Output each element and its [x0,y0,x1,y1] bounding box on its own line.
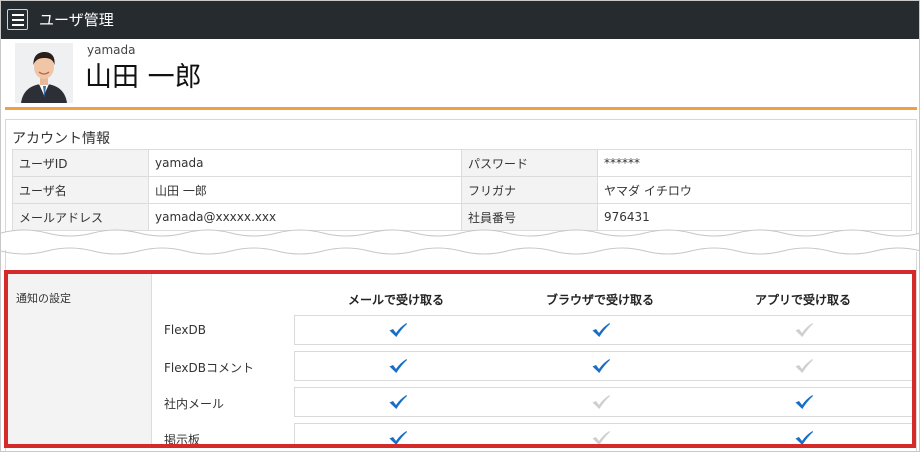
user-id-label: yamada [87,43,136,57]
checkmark-icon-mail[interactable] [388,430,408,444]
column-header-app: アプリで受け取る [754,293,851,307]
checkmark-icon-browser[interactable] [591,322,611,338]
menu-icon[interactable] [7,9,28,30]
notification-label-column: 通知の設定 [8,274,152,444]
field-value: 山田 一郎 [148,176,462,204]
checkmark-icon-app[interactable] [794,358,814,374]
notification-row-label: 掲示板 [164,433,201,447]
field-label: ユーザID [12,149,149,177]
column-header-mail: メールで受け取る [347,293,444,307]
checkmark-icon-mail[interactable] [388,394,408,410]
notification-settings-label: 通知の設定 [16,292,71,305]
content-break-divider [1,229,919,255]
app-window: ユーザ管理 yamada 山田 一郎 アカウント情報 ユーザID yamada [0,0,920,452]
checkmark-icon-app[interactable] [794,394,814,410]
field-label: ユーザ名 [12,176,149,204]
avatar [15,43,73,103]
checkmark-icon-app[interactable] [794,430,814,444]
field-label: パスワード [461,149,598,177]
checkmark-icon-mail[interactable] [388,358,408,374]
notification-row-label: FlexDB [164,323,206,337]
profile-header: yamada 山田 一郎 [1,39,919,107]
field-value: yamada [148,149,462,177]
table-row: ユーザID yamada パスワード ****** [12,149,912,177]
person-photo-icon [15,43,73,103]
field-value: ****** [597,149,912,177]
notification-row-label: 社内メール [164,397,225,411]
checkmark-icon-browser[interactable] [591,394,611,410]
app-header: ユーザ管理 [1,1,919,39]
field-label: フリガナ [461,176,598,204]
checkmark-icon-browser[interactable] [591,430,611,444]
checkmark-icon-mail[interactable] [388,322,408,338]
page-title: ユーザ管理 [39,11,114,29]
accent-divider [5,107,917,110]
notification-row-label: FlexDBコメント [164,361,254,375]
field-value: ヤマダ イチロウ [597,176,912,204]
notification-settings-section: 通知の設定 メールで受け取る ブラウザで受け取る アプリで受け取る FlexDB… [4,270,916,448]
account-table: ユーザID yamada パスワード ****** ユーザ名 山田 一郎 フリガ… [12,149,912,231]
table-row: ユーザ名 山田 一郎 フリガナ ヤマダ イチロウ [12,176,912,204]
checkmark-icon-app[interactable] [794,322,814,338]
checkmark-icon-browser[interactable] [591,358,611,374]
column-header-browser: ブラウザで受け取る [545,293,654,307]
user-full-name: 山田 一郎 [85,62,202,93]
account-section-title: アカウント情報 [12,131,110,147]
